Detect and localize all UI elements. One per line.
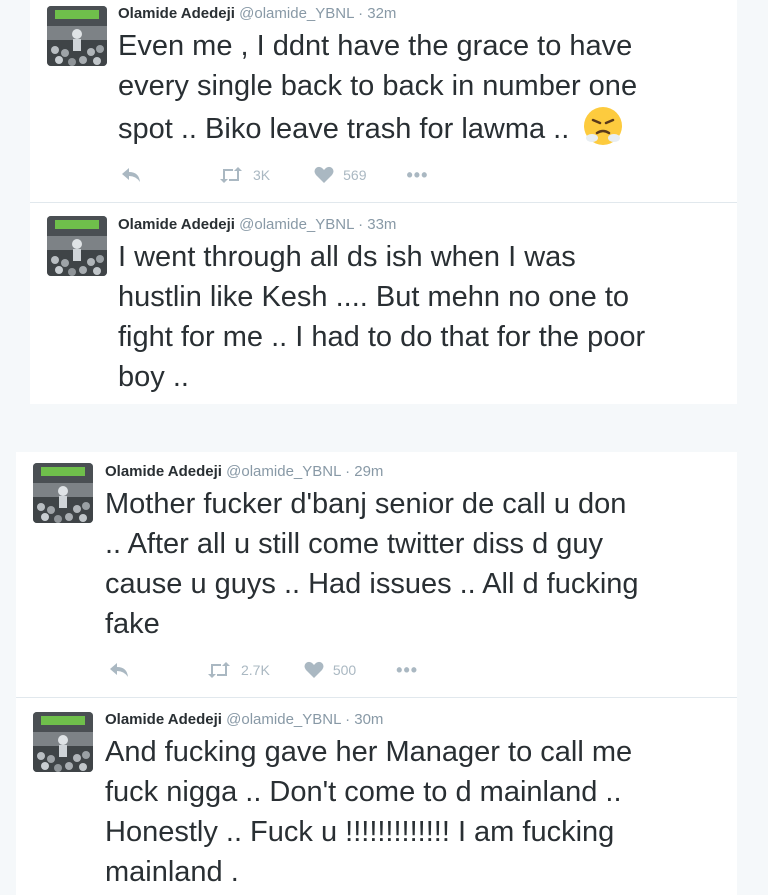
separator: · xyxy=(345,711,351,728)
heart-icon xyxy=(304,661,324,678)
tweet-header: Olamide Adedeji @olamide_YBNL · 33m xyxy=(118,216,396,234)
like-button[interactable]: 569 xyxy=(314,166,366,184)
display-name[interactable]: Olamide Adedeji xyxy=(118,216,235,233)
tweet-text-line: cause u guys .. Had issues .. All d fuck… xyxy=(105,568,639,600)
tweet-text-line: hustlin like Kesh .... But mehn no one t… xyxy=(118,281,630,313)
heart-icon xyxy=(314,166,334,183)
display-name[interactable]: Olamide Adedeji xyxy=(105,711,222,728)
separator: · xyxy=(358,5,364,22)
user-handle[interactable]: @olamide_YBNL xyxy=(226,711,341,728)
retweet-button[interactable]: 2.7K xyxy=(206,661,270,679)
retweet-count: 2.7K xyxy=(241,662,270,678)
angry-steam-face-emoji xyxy=(584,107,623,145)
avatar-image xyxy=(47,216,107,276)
tweet-text-line: boy .. xyxy=(118,361,189,393)
tweet-text-line: Even me , I ddnt have the grace to have xyxy=(118,30,633,62)
timestamp[interactable]: 33m xyxy=(367,216,396,233)
tweet-text-line: I went through all ds ish when I was xyxy=(118,241,576,273)
more-options-icon[interactable]: ••• xyxy=(406,165,428,186)
avatar-image xyxy=(33,463,93,523)
tweet-text-line: fight for me .. I had to do that for the… xyxy=(118,321,646,353)
tweet-text-line: .. After all u still come twitter diss d… xyxy=(105,528,604,560)
user-handle[interactable]: @olamide_YBNL xyxy=(239,216,354,233)
tweet-text-line: fake xyxy=(105,608,160,640)
tweet-group-2: Olamide Adedeji @olamide_YBNL · 29m Moth… xyxy=(16,452,737,895)
reply-icon xyxy=(122,168,140,182)
display-name[interactable]: Olamide Adedeji xyxy=(105,463,222,480)
reply-button[interactable] xyxy=(120,166,142,184)
tweet-actions: 3K 569 ••• xyxy=(120,165,428,185)
separator: · xyxy=(358,216,364,233)
tweet-actions: 2.7K 500 ••• xyxy=(108,660,418,680)
like-count: 500 xyxy=(332,662,357,678)
timestamp[interactable]: 29m xyxy=(354,463,383,480)
tweet-text-line-with-emoji: spot .. Biko leave trash for lawma .. xyxy=(118,106,637,149)
tweet-text: Even me , I ddnt have the grace to have … xyxy=(118,26,637,149)
avatar[interactable] xyxy=(33,712,93,772)
divider xyxy=(30,202,737,203)
timestamp[interactable]: 30m xyxy=(354,711,383,728)
like-count: 569 xyxy=(343,167,367,183)
divider xyxy=(16,697,737,698)
tweet-text-line: every single back to back in number one xyxy=(118,70,638,102)
display-name[interactable]: Olamide Adedeji xyxy=(118,5,235,22)
tweet-text: And fucking gave her Manager to call me … xyxy=(105,732,632,892)
avatar-image xyxy=(33,712,93,772)
avatar-image xyxy=(47,6,107,66)
retweet-button[interactable]: 3K xyxy=(218,166,270,184)
tweet-text-line: Honestly .. Fuck u !!!!!!!!!!!!! I am fu… xyxy=(105,816,615,848)
user-handle[interactable]: @olamide_YBNL xyxy=(226,463,341,480)
separator: · xyxy=(345,463,351,480)
retweet-count: 3K xyxy=(253,167,271,183)
avatar[interactable] xyxy=(47,6,107,66)
avatar[interactable] xyxy=(33,463,93,523)
tweet-text-line: mainland . xyxy=(105,856,239,888)
reply-icon xyxy=(110,663,128,677)
tweet-text-line: And fucking gave her Manager to call me xyxy=(105,736,633,768)
tweet-text-line: Mother fucker d'banj senior de call u do… xyxy=(105,488,627,520)
tweet-header: Olamide Adedeji @olamide_YBNL · 32m xyxy=(118,5,396,23)
tweet-text: Mother fucker d'banj senior de call u do… xyxy=(105,484,639,644)
timestamp[interactable]: 32m xyxy=(367,5,396,22)
retweet-icon xyxy=(208,662,230,678)
more-options-icon[interactable]: ••• xyxy=(396,660,418,681)
tweet-text-line: spot .. Biko leave trash for lawma .. xyxy=(118,113,570,145)
tweet-header: Olamide Adedeji @olamide_YBNL · 29m xyxy=(105,463,383,481)
tweet-text-line: fuck nigga .. Don't come to d mainland .… xyxy=(105,776,622,808)
tweet-group-1: Olamide Adedeji @olamide_YBNL · 32m Even… xyxy=(30,0,737,404)
like-button[interactable]: 500 xyxy=(304,661,356,679)
user-handle[interactable]: @olamide_YBNL xyxy=(239,5,354,22)
tweet-header: Olamide Adedeji @olamide_YBNL · 30m xyxy=(105,711,383,729)
reply-button[interactable] xyxy=(108,661,130,679)
avatar[interactable] xyxy=(47,216,107,276)
tweet-text: I went through all ds ish when I was hus… xyxy=(118,237,645,397)
retweet-icon xyxy=(220,167,242,183)
